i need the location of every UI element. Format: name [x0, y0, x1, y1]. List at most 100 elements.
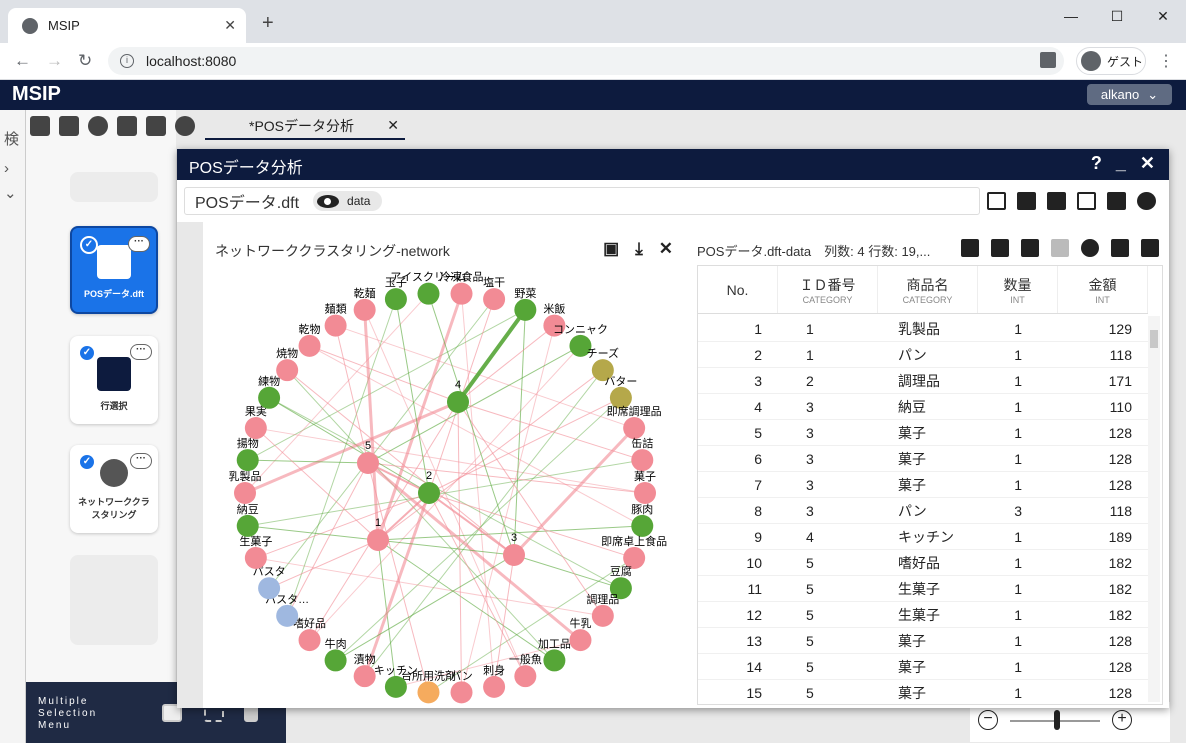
graph-node[interactable]: [483, 675, 506, 698]
cluster-node[interactable]: [357, 452, 379, 474]
graph-node[interactable]: [417, 681, 440, 704]
data-chip[interactable]: data: [313, 191, 383, 211]
save-as-icon[interactable]: [59, 116, 79, 136]
table-row[interactable]: 3 2 調理品 1 171: [698, 368, 1148, 394]
graph-node[interactable]: [236, 514, 259, 537]
minimize-icon[interactable]: —: [1048, 0, 1094, 32]
more-icon[interactable]: ···: [130, 344, 152, 360]
graph-node[interactable]: [276, 359, 299, 382]
table-row[interactable]: 6 3 菓子 1 128: [698, 446, 1148, 472]
table-scrollbar[interactable]: [1148, 316, 1160, 702]
back-icon[interactable]: ←: [14, 51, 31, 71]
settings-icon[interactable]: [1137, 192, 1156, 210]
new-tab-icon[interactable]: +: [262, 12, 274, 35]
graph-node[interactable]: [631, 514, 654, 537]
collapsed-side-panel[interactable]: [177, 222, 203, 708]
graph-node[interactable]: [417, 282, 440, 305]
user-menu[interactable]: alkano ⌄: [1087, 84, 1172, 105]
layout-columns-icon[interactable]: [1047, 192, 1066, 210]
zoom-slider-thumb[interactable]: [1054, 710, 1060, 730]
scrollbar-thumb[interactable]: [1150, 330, 1158, 348]
download-icon[interactable]: [1111, 239, 1129, 257]
cluster-node[interactable]: [367, 529, 389, 551]
forward-icon[interactable]: →: [46, 51, 63, 71]
graph-node[interactable]: [244, 417, 267, 440]
graph-node[interactable]: [450, 681, 473, 704]
graph-node[interactable]: [244, 546, 267, 569]
graph-node[interactable]: [569, 629, 592, 652]
graph-node[interactable]: [623, 417, 646, 440]
column-header[interactable]: 商品名 CATEGORY: [878, 266, 978, 313]
url-field[interactable]: i localhost:8080: [108, 47, 1064, 75]
layout-single-icon[interactable]: [987, 192, 1006, 210]
close-icon[interactable]: [1141, 239, 1159, 257]
chart-icon[interactable]: [117, 116, 137, 136]
node-row-select[interactable]: ✓ ··· 行選択: [70, 336, 158, 424]
legend-icon[interactable]: [991, 239, 1009, 257]
graph-node[interactable]: [236, 449, 259, 472]
chevron-right-icon[interactable]: ›: [4, 160, 9, 177]
more-icon[interactable]: ···: [130, 453, 152, 469]
profile-button[interactable]: ゲスト: [1076, 47, 1146, 75]
table-row[interactable]: 2 1 パン 1 118: [698, 342, 1148, 368]
graph-node[interactable]: [353, 298, 376, 321]
graph-node[interactable]: [324, 649, 347, 672]
table-row[interactable]: 11 5 生菓子 1 182: [698, 576, 1148, 602]
copy-icon[interactable]: [1051, 239, 1069, 257]
close-tab-icon[interactable]: ✕: [224, 17, 236, 34]
zoom-out-icon[interactable]: −: [978, 710, 998, 730]
columns-icon[interactable]: [1021, 239, 1039, 257]
graph-node[interactable]: [258, 577, 281, 600]
add-image-icon[interactable]: [961, 239, 979, 257]
table-row[interactable]: 8 3 パン 3 118: [698, 498, 1148, 524]
run-icon[interactable]: [88, 116, 108, 136]
graph-node[interactable]: [543, 649, 566, 672]
column-header[interactable]: 数量 INT: [978, 266, 1058, 313]
table-row[interactable]: 5 3 菓子 1 128: [698, 420, 1148, 446]
graph-node[interactable]: [258, 386, 281, 409]
chevron-down-icon[interactable]: ⌄: [4, 184, 17, 202]
table-row[interactable]: 4 3 納豆 1 110: [698, 394, 1148, 420]
maximize-icon[interactable]: ☐: [1094, 0, 1140, 32]
help-icon[interactable]: [175, 116, 195, 136]
browser-tab[interactable]: MSIP ✕: [8, 8, 246, 43]
graph-node[interactable]: [276, 604, 299, 627]
layout-grid-icon[interactable]: [1077, 192, 1096, 210]
table-row[interactable]: 1 1 乳製品 1 129: [698, 316, 1148, 342]
export-icon[interactable]: [146, 116, 166, 136]
table-row[interactable]: 7 3 菓子 1 128: [698, 472, 1148, 498]
minimize-icon[interactable]: _: [1116, 153, 1126, 174]
table-row[interactable]: 12 5 生菓子 1 182: [698, 602, 1148, 628]
graph-node[interactable]: [324, 314, 347, 337]
column-header[interactable]: No.: [698, 266, 778, 313]
document-tab[interactable]: *POSデータ分析 ✕: [205, 113, 405, 140]
table-row[interactable]: 15 5 菓子 1 128: [698, 680, 1148, 704]
node-pos-data[interactable]: ✓ ··· POSデータ.dft: [70, 226, 158, 314]
graph-node[interactable]: [483, 288, 506, 311]
column-header[interactable]: ＩＤ番号 CATEGORY: [778, 266, 878, 313]
column-header[interactable]: 金額 INT: [1058, 266, 1148, 313]
network-graph[interactable]: 12345冷凍食品 塩干野菜米飯コンニャクチーズバター即席調理品缶詰菓子豚肉即席卓…: [205, 231, 685, 705]
download-icon[interactable]: [1107, 192, 1126, 210]
table-row[interactable]: 14 5 菓子 1 128: [698, 654, 1148, 680]
graph-node[interactable]: [634, 482, 656, 504]
layout-rows-icon[interactable]: [1017, 192, 1036, 210]
graph-node[interactable]: [353, 665, 376, 688]
graph-node[interactable]: [384, 675, 407, 698]
zoom-in-icon[interactable]: +: [1112, 710, 1132, 730]
graph-node[interactable]: [298, 629, 321, 652]
table-row[interactable]: 13 5 菓子 1 128: [698, 628, 1148, 654]
graph-node[interactable]: [384, 288, 407, 311]
close-window-icon[interactable]: ✕: [1140, 0, 1186, 32]
graph-node[interactable]: [514, 298, 537, 321]
graph-node[interactable]: [514, 665, 537, 688]
graph-node[interactable]: [591, 604, 614, 627]
graph-node[interactable]: [450, 282, 473, 305]
graph-node[interactable]: [298, 334, 321, 357]
cluster-node[interactable]: [503, 544, 525, 566]
reload-icon[interactable]: ↻: [78, 51, 92, 71]
translate-icon[interactable]: [1040, 52, 1056, 68]
browser-menu-icon[interactable]: ⋮: [1158, 51, 1174, 71]
graph-node[interactable]: [631, 449, 654, 472]
info-icon[interactable]: i: [120, 54, 134, 68]
